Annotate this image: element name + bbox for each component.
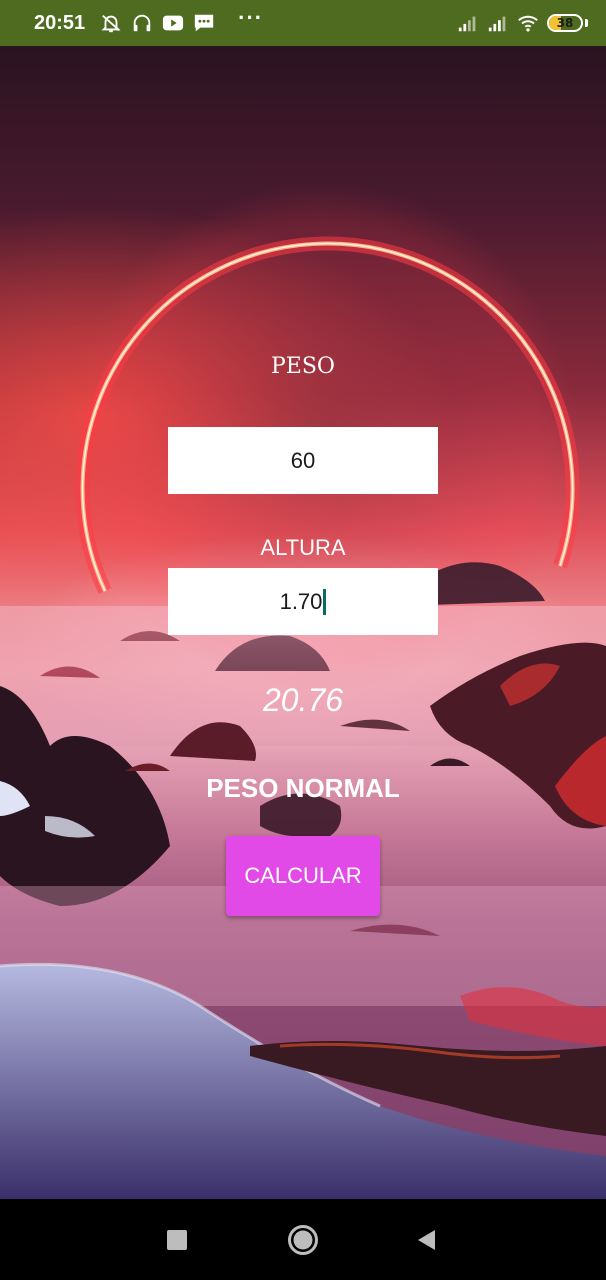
status-time: 20:51 xyxy=(34,11,86,34)
wifi-icon xyxy=(518,15,538,32)
back-icon xyxy=(418,1229,435,1250)
back-button[interactable] xyxy=(386,1199,466,1280)
muted-bell-icon xyxy=(101,14,121,33)
more-notifications-icon: ··· xyxy=(238,5,264,30)
weight-input-value: 60 xyxy=(290,447,316,473)
status-bar: 20:51 ··· 38 xyxy=(0,0,606,46)
signal-icon xyxy=(458,16,476,32)
weight-label: PESO xyxy=(271,354,335,379)
battery-level: 38 xyxy=(556,16,574,30)
youtube-icon xyxy=(163,15,184,31)
app-background: PESO 60 ALTURA 1.70 20.76 PESO NORMAL CA… xyxy=(0,46,606,1199)
calculate-button[interactable]: CALCULAR xyxy=(226,836,380,916)
signal-icon xyxy=(488,16,506,32)
home-button[interactable] xyxy=(263,1199,343,1280)
height-input-value: 1.70 xyxy=(279,588,323,614)
height-input[interactable]: 1.70 xyxy=(168,568,438,635)
recents-icon xyxy=(167,1229,187,1250)
message-icon xyxy=(194,14,214,32)
battery-icon: 38 xyxy=(547,14,583,32)
height-label: ALTURA xyxy=(260,535,346,560)
home-icon xyxy=(288,1224,318,1255)
weight-input[interactable]: 60 xyxy=(168,427,438,494)
bmi-category: PESO NORMAL xyxy=(206,773,400,803)
text-cursor xyxy=(323,588,327,615)
recents-button[interactable] xyxy=(137,1199,217,1280)
headset-icon xyxy=(133,14,151,32)
navigation-bar xyxy=(0,1199,606,1280)
status-right-group: 38 xyxy=(457,12,588,34)
battery-cap xyxy=(585,19,588,27)
status-left-group: 20:51 ··· xyxy=(34,7,263,35)
bmi-result: 20.76 xyxy=(262,682,344,718)
